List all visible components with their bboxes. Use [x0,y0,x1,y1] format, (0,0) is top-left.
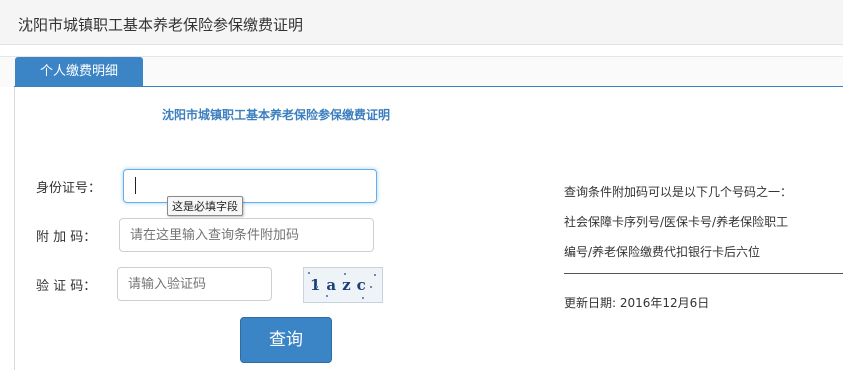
page-title: 沈阳市城镇职工基本养老保险参保缴费证明 [18,16,304,34]
text-caret [135,177,136,194]
captcha-input[interactable] [117,267,272,301]
captcha-noise-dot [362,297,364,299]
info-line-3: 编号/养老保险缴费代扣银行卡后六位 [564,245,761,259]
captcha-noise-dot [344,273,346,275]
form-title: 沈阳市城镇职工基本养老保险参保缴费证明 [162,108,391,122]
captcha-noise-dot [370,286,372,288]
info-line-1: 查询条件附加码可以是以下几个号码之一： [564,185,793,199]
update-date: 更新日期: 2016年12月6日 [564,296,710,310]
captcha-noise-dot [374,274,376,276]
captcha-noise-dot [316,286,318,288]
extra-code-label: 附 加 码： [36,230,97,245]
page-header: 沈阳市城镇职工基本养老保险参保缴费证明 [0,0,843,45]
id-number-label: 身份证号： [36,181,102,196]
extra-code-input[interactable] [119,218,374,252]
id-number-input[interactable] [123,169,377,203]
captcha-text: 1azc [310,276,372,294]
captcha-noise-dot [308,272,310,274]
tab-personal-payment-details[interactable]: 个人缴费明细 [15,57,143,87]
info-divider [564,273,843,274]
query-button[interactable]: 查询 [240,317,332,363]
required-field-tooltip: 这是必填字段 [167,196,243,216]
info-line-2: 社会保障卡序列号/医保卡号/养老保险职工 [564,215,789,229]
captcha-noise-dot [326,295,328,297]
captcha-image[interactable]: 1azc [303,267,383,303]
captcha-label: 验 证 码： [36,279,97,294]
